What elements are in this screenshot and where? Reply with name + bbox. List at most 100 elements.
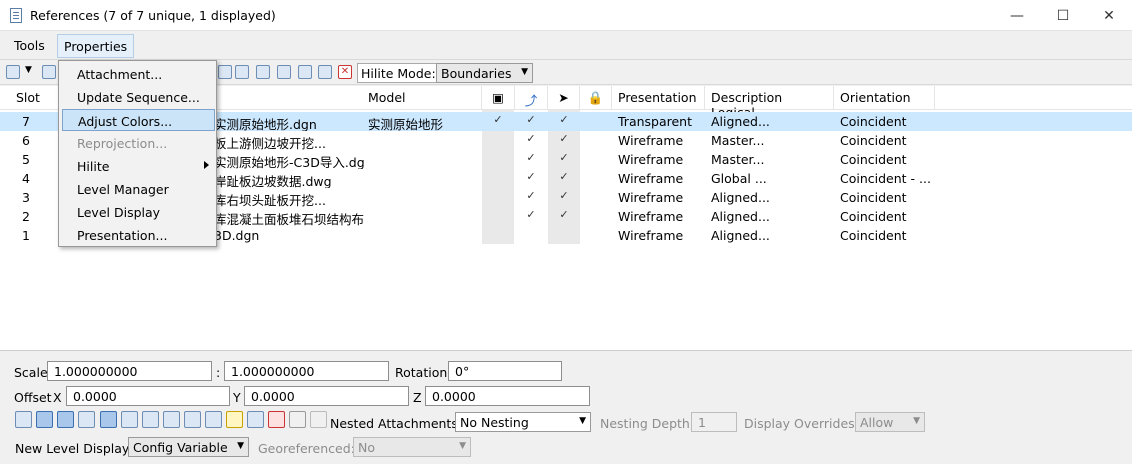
- clip-front-icon[interactable]: [163, 411, 180, 428]
- menu-item-hilite[interactable]: Hilite: [62, 155, 215, 177]
- row-description: Master...: [711, 152, 765, 167]
- snap-toggle-icon[interactable]: [36, 411, 53, 428]
- row-model: 实测原始地形: [368, 117, 444, 131]
- row-file: 库混凝土面板堆石坝结构布置: [214, 212, 364, 226]
- header-slot[interactable]: Slot: [10, 86, 58, 110]
- row-description: Master...: [711, 133, 765, 148]
- menu-item-presentation[interactable]: Presentation...: [62, 224, 215, 246]
- georeferenced-select[interactable]: No ▼: [353, 437, 471, 457]
- locate-check-icon[interactable]: ✓: [548, 113, 580, 126]
- display-overrides-select[interactable]: Allow ▼: [855, 412, 925, 432]
- menu-item-level-manager[interactable]: Level Manager: [62, 178, 215, 200]
- true-scale-icon[interactable]: [100, 411, 117, 428]
- tree-view-icon[interactable]: [6, 65, 20, 79]
- offset-x-input[interactable]: 0.0000: [66, 386, 230, 406]
- locate-check-icon[interactable]: ✓: [548, 208, 580, 221]
- hatch-icon[interactable]: [289, 411, 306, 428]
- text-icon[interactable]: [268, 411, 285, 428]
- locate-check-icon[interactable]: ✓: [548, 189, 580, 202]
- snap-check-icon[interactable]: ✓: [515, 208, 547, 221]
- chevron-down-icon[interactable]: ▼: [25, 65, 32, 75]
- snap-check-icon[interactable]: ✓: [515, 189, 547, 202]
- copy-icon[interactable]: [256, 65, 270, 79]
- header-display-icon[interactable]: ▣: [482, 86, 515, 110]
- lock-icon[interactable]: [310, 411, 327, 428]
- menu-properties[interactable]: Properties: [57, 34, 135, 58]
- menu-item-level-display[interactable]: Level Display: [62, 201, 215, 223]
- mirror-icon[interactable]: [318, 65, 332, 79]
- locate-check-icon[interactable]: ✓: [548, 151, 580, 164]
- row-orientation: Coincident: [840, 114, 907, 129]
- offset-z-input[interactable]: 0.0000: [425, 386, 590, 406]
- row-description: Aligned...: [711, 190, 770, 205]
- nesting-depth-label: Nesting Depth:: [600, 416, 695, 431]
- rotation-input[interactable]: 0°: [448, 361, 562, 381]
- offset-y-input[interactable]: 0.0000: [244, 386, 409, 406]
- menu-item-update-sequence[interactable]: Update Sequence...: [62, 86, 215, 108]
- row-model: [362, 131, 482, 150]
- menu-item-attachment[interactable]: Attachment...: [62, 63, 215, 85]
- row-slot: 4: [22, 171, 30, 186]
- offset-x-label: X: [53, 390, 62, 405]
- row-orientation: Coincident: [840, 228, 907, 243]
- menu-item-reprojection[interactable]: Reprojection...: [62, 132, 215, 154]
- row-description: Aligned...: [711, 209, 770, 224]
- properties-menu: Attachment... Update Sequence... Adjust …: [58, 60, 217, 247]
- scale-x-input[interactable]: 1.000000000: [47, 361, 212, 381]
- snap-check-icon[interactable]: ✓: [515, 170, 547, 183]
- row-orientation: Coincident: [840, 190, 907, 205]
- reload-icon[interactable]: [218, 65, 232, 79]
- header-description-logical[interactable]: Description Logical: [705, 86, 834, 120]
- row-slot: 1: [22, 228, 30, 243]
- menu-item-hilite-label: Hilite: [77, 159, 110, 174]
- detach-icon[interactable]: ✕: [338, 65, 352, 79]
- lightbulb-icon[interactable]: [226, 411, 243, 428]
- menu-item-adjust-colors[interactable]: Adjust Colors...: [62, 109, 215, 131]
- header-model[interactable]: Model: [362, 86, 482, 110]
- scale-y-input[interactable]: 1.000000000: [224, 361, 389, 381]
- clip-back-icon[interactable]: [142, 411, 159, 428]
- row-file: 实测原始地形.dgn: [214, 117, 317, 131]
- row-file: 岸趾板边坡数据.dwg: [214, 174, 332, 188]
- scale-icon[interactable]: [277, 65, 291, 79]
- chevron-down-icon: ▼: [579, 416, 586, 426]
- header-orientation[interactable]: Orientation: [834, 86, 935, 110]
- scale-separator: :: [216, 365, 221, 380]
- row-presentation: Wireframe: [618, 152, 684, 167]
- scale-line-styles-icon[interactable]: [121, 411, 138, 428]
- row-file: 板上游侧边坡开挖...: [214, 136, 326, 150]
- reset-icon[interactable]: [205, 411, 222, 428]
- nesting-depth-input[interactable]: 1: [691, 412, 737, 432]
- header-lock-icon[interactable]: 🔒: [580, 86, 612, 110]
- locate-check-icon[interactable]: ✓: [548, 132, 580, 145]
- close-button[interactable]: ✕: [1086, 0, 1132, 31]
- menu-tools[interactable]: Tools: [8, 34, 51, 58]
- locate-check-icon[interactable]: ✓: [548, 170, 580, 183]
- snap-check-icon[interactable]: ✓: [515, 151, 547, 164]
- new-level-display-select[interactable]: Config Variable ▼: [128, 437, 249, 457]
- snap-check-icon[interactable]: ✓: [515, 113, 547, 126]
- row-description: Global ...: [711, 171, 767, 186]
- locate-toggle-icon[interactable]: [57, 411, 74, 428]
- move-icon[interactable]: [235, 65, 249, 79]
- display-toggle-icon[interactable]: [15, 411, 32, 428]
- row-slot: 5: [22, 152, 30, 167]
- snap-check-icon[interactable]: ✓: [515, 132, 547, 145]
- row-file: 库右坝头趾板开挖...: [214, 193, 326, 207]
- header-snap-icon[interactable]: ⤴: [515, 86, 548, 110]
- header-locate-icon[interactable]: ➤: [548, 86, 580, 110]
- offset-label: Offset: [14, 390, 52, 405]
- rotate-icon[interactable]: [298, 65, 312, 79]
- ignore-icon[interactable]: [184, 411, 201, 428]
- hilite-mode-select[interactable]: Boundaries ▼: [436, 63, 533, 83]
- lock-toggle-icon[interactable]: [78, 411, 95, 428]
- attach-icon[interactable]: [42, 65, 56, 79]
- chevron-down-icon: ▼: [237, 441, 244, 451]
- levels-icon[interactable]: [247, 411, 264, 428]
- row-file: 3D.dgn: [214, 228, 260, 243]
- display-check-icon[interactable]: ✓: [482, 113, 514, 126]
- maximize-button[interactable]: ☐: [1040, 0, 1086, 31]
- nested-attachments-select[interactable]: No Nesting ▼: [455, 412, 591, 432]
- minimize-button[interactable]: —: [994, 0, 1040, 31]
- header-presentation[interactable]: Presentation: [612, 86, 705, 110]
